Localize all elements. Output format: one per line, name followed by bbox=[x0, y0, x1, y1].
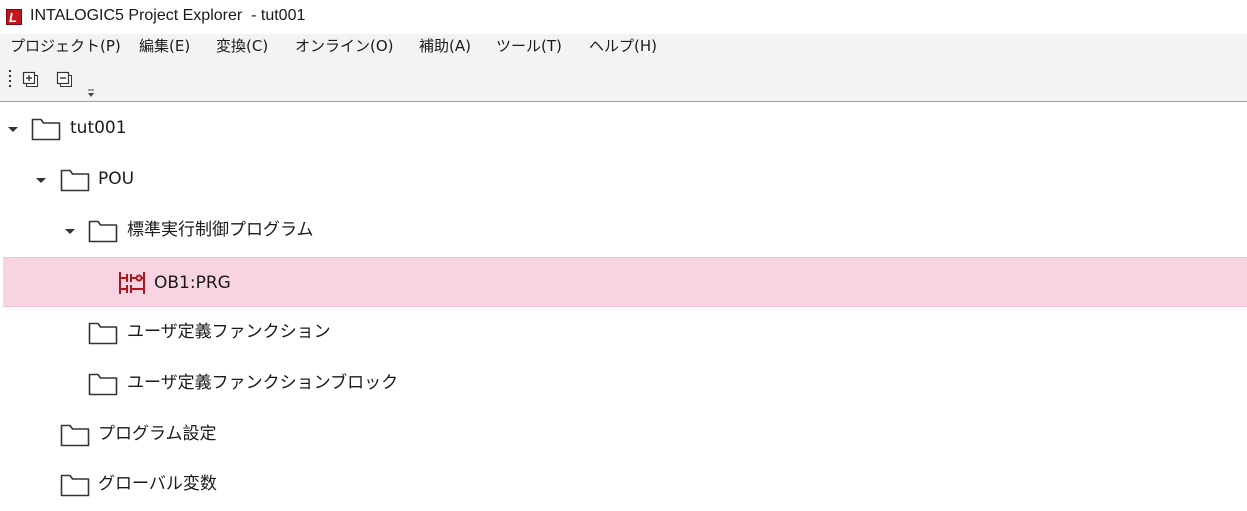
expand-all-button[interactable] bbox=[20, 69, 42, 91]
tree-item-user-functions[interactable]: ユーザ定義ファンクション bbox=[3, 307, 1247, 357]
tree-item-label: POU bbox=[98, 169, 135, 189]
folder-icon bbox=[88, 322, 118, 345]
tree-item-label: tut001 bbox=[70, 118, 127, 138]
tree-item-global-variables[interactable]: グローバル変数 bbox=[3, 459, 1247, 509]
menu-edit[interactable]: 編集(E) bbox=[139, 35, 190, 57]
project-tree: tut001 POU 標準実行制御プログラム OB1:PRG ユーザ定義ファンク… bbox=[0, 103, 1247, 511]
folder-icon bbox=[60, 424, 90, 447]
expanded-arrow-icon[interactable] bbox=[35, 175, 47, 185]
tree-item-label: グローバル変数 bbox=[98, 474, 217, 494]
ladder-program-icon bbox=[119, 272, 145, 294]
collapse-all-icon bbox=[56, 71, 72, 87]
app-logo-icon: L bbox=[6, 9, 22, 25]
menu-online[interactable]: オンライン(O) bbox=[295, 35, 394, 57]
toolbar-grip-icon[interactable] bbox=[9, 70, 12, 88]
menu-assist[interactable]: 補助(A) bbox=[419, 35, 471, 57]
folder-icon bbox=[60, 474, 90, 497]
title-bar: L INTALOGIC5 Project Explorer - tut001 bbox=[0, 0, 1247, 34]
menu-tools[interactable]: ツール(T) bbox=[496, 35, 562, 57]
folder-icon bbox=[88, 220, 118, 243]
tree-item-label: 標準実行制御プログラム bbox=[127, 220, 314, 240]
folder-icon bbox=[88, 373, 118, 396]
tree-item-label: プログラム設定 bbox=[98, 424, 217, 444]
tree-item-label: ユーザ定義ファンクション bbox=[127, 322, 331, 342]
tree-item-user-function-blocks[interactable]: ユーザ定義ファンクションブロック bbox=[3, 358, 1247, 408]
menu-project[interactable]: プロジェクト(P) bbox=[10, 35, 121, 57]
tree-item-label: ユーザ定義ファンクションブロック bbox=[127, 373, 399, 393]
expanded-arrow-icon[interactable] bbox=[64, 226, 76, 236]
menu-convert[interactable]: 変換(C) bbox=[216, 35, 268, 57]
expanded-arrow-icon[interactable] bbox=[7, 124, 19, 134]
tree-item-standard-execution-program[interactable]: 標準実行制御プログラム bbox=[3, 205, 1247, 255]
folder-icon bbox=[60, 169, 90, 192]
toolbar-overflow-icon[interactable] bbox=[86, 84, 96, 97]
tree-item-pou[interactable]: POU bbox=[3, 154, 1247, 204]
menu-bar: プロジェクト(P) 編集(E) 変換(C) オンライン(O) 補助(A) ツール… bbox=[0, 34, 1247, 58]
tree-item-ob1-prg[interactable]: OB1:PRG bbox=[3, 257, 1247, 307]
tree-item-label: OB1:PRG bbox=[154, 273, 231, 293]
tree-item-tut001[interactable]: tut001 bbox=[3, 103, 1247, 153]
window-title: INTALOGIC5 Project Explorer - tut001 bbox=[30, 7, 306, 24]
folder-icon bbox=[31, 118, 61, 141]
toolbar bbox=[0, 58, 1247, 102]
expand-all-icon bbox=[22, 71, 38, 87]
tree-item-program-settings[interactable]: プログラム設定 bbox=[3, 409, 1247, 459]
menu-help[interactable]: ヘルプ(H) bbox=[589, 35, 657, 57]
collapse-all-button[interactable] bbox=[54, 69, 76, 91]
